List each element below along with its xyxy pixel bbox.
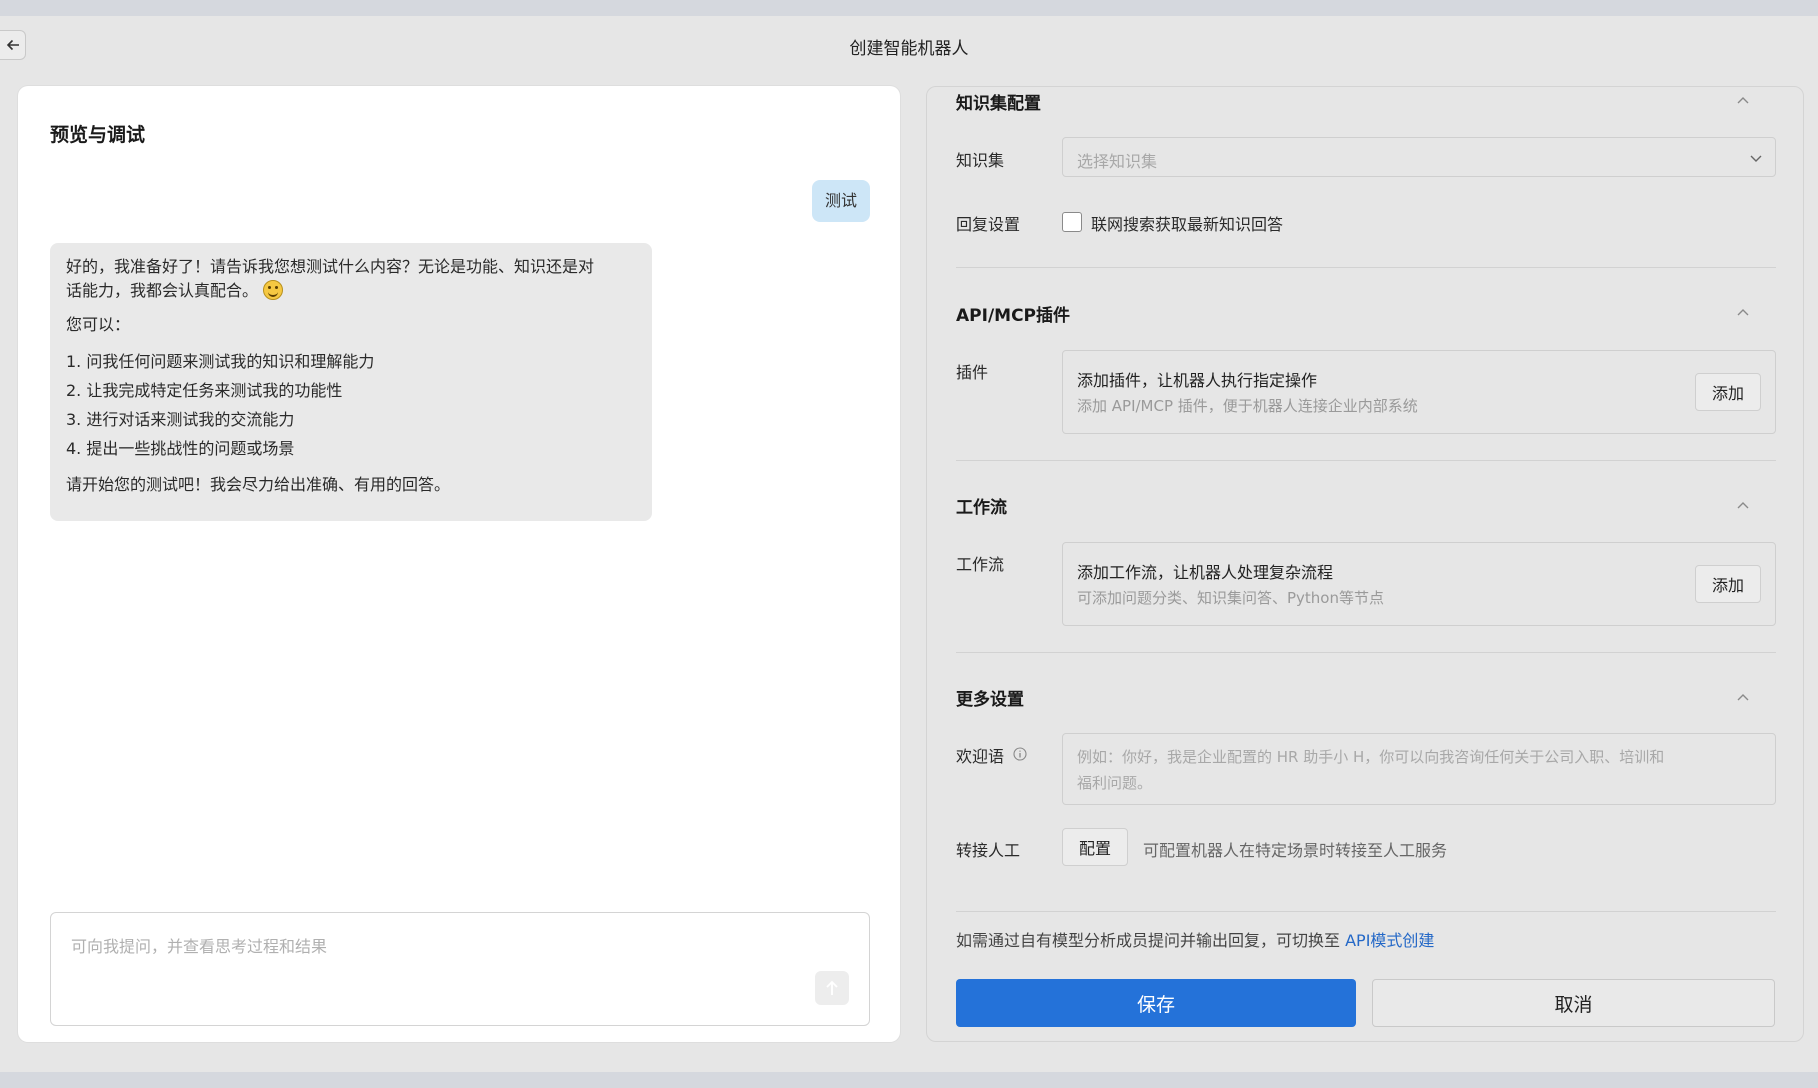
workflow-section-title: 工作流 xyxy=(956,498,1007,518)
preview-panel: 预览与调试 测试 好的，我准备好了！请告诉我您想测试什么内容？无论是功能、知识还… xyxy=(18,86,900,1042)
more-settings-section-title: 更多设置 xyxy=(956,690,1024,710)
chevron-up-icon[interactable] xyxy=(1735,500,1751,510)
welcome-textarea[interactable]: 例如：你好，我是企业配置的 HR 助手小 H，你可以向我咨询任何关于公司入职、培… xyxy=(1062,733,1776,805)
bottom-strip xyxy=(0,1072,1818,1088)
plugins-card-title: 添加插件，让机器人执行指定操作 xyxy=(1077,371,1318,390)
transfer-description: 可配置机器人在特定场景时转接至人工服务 xyxy=(1143,841,1448,860)
user-message-bubble: 测试 xyxy=(811,180,870,222)
workflow-label: 工作流 xyxy=(956,555,1005,574)
welcome-label: 欢迎语 xyxy=(956,747,1005,766)
page-title: 创建智能机器人 xyxy=(849,39,969,59)
knowledge-set-label: 知识集 xyxy=(956,151,1005,170)
workflow-card: 添加工作流，让机器人处理复杂流程 可添加问题分类、知识集问答、Python等节点… xyxy=(1062,542,1776,626)
reply-settings-label: 回复设置 xyxy=(956,215,1021,234)
welcome-placeholder: 例如：你好，我是企业配置的 HR 助手小 H，你可以向我咨询任何关于公司入职、培… xyxy=(1077,744,1664,796)
transfer-config-button[interactable]: 配置 xyxy=(1062,828,1128,866)
divider xyxy=(956,267,1776,268)
arrow-up-icon xyxy=(826,980,838,995)
list-item: 2. 让我完成特定任务来测试我的功能性 xyxy=(66,381,343,400)
web-search-checkbox[interactable] xyxy=(1062,212,1082,232)
add-plugin-button[interactable]: 添加 xyxy=(1695,373,1761,411)
bot-message-intro: 您可以： xyxy=(66,315,131,334)
transfer-label: 转接人工 xyxy=(956,841,1021,860)
plugins-card: 添加插件，让机器人执行指定操作 添加 API/MCP 插件，便于机器人连接企业内… xyxy=(1062,350,1776,434)
web-search-label: 联网搜索获取最新知识回答 xyxy=(1091,215,1284,234)
add-workflow-button[interactable]: 添加 xyxy=(1695,565,1761,603)
api-mode-link[interactable]: API模式创建 xyxy=(1345,931,1434,950)
welcome-placeholder-line: 福利问题。 xyxy=(1077,774,1153,792)
bot-message-list: 1. 问我任何问题来测试我的知识和理解能力 2. 让我完成特定任务来测试我的功能… xyxy=(66,347,636,463)
divider xyxy=(956,911,1776,912)
plugins-card-subtitle: 添加 API/MCP 插件，便于机器人连接企业内部系统 xyxy=(1077,397,1418,415)
list-item: 4. 提出一些挑战性的问题或场景 xyxy=(66,439,295,458)
bot-message-line: 好的，我准备好了！请告诉我您想测试什么内容？无论是功能、知识还是对 xyxy=(66,257,595,276)
chevron-up-icon[interactable] xyxy=(1735,692,1751,702)
save-button[interactable]: 保存 xyxy=(956,979,1356,1027)
knowledge-section-title: 知识集配置 xyxy=(956,94,1041,114)
list-item: 1. 问我任何问题来测试我的知识和理解能力 xyxy=(66,352,375,371)
chevron-down-icon xyxy=(1750,155,1762,162)
knowledge-set-placeholder: 选择知识集 xyxy=(1077,152,1158,171)
bot-message-bubble: 好的，我准备好了！请告诉我您想测试什么内容？无论是功能、知识还是对 话能力，我都… xyxy=(50,243,652,521)
chat-input-placeholder: 可向我提问，并查看思考过程和结果 xyxy=(71,937,328,956)
cancel-button[interactable]: 取消 xyxy=(1372,979,1775,1027)
config-panel: 知识集配置 知识集 选择知识集 回复设置 联网搜索获取最新知识回答 API/MC… xyxy=(926,86,1804,1042)
send-button[interactable] xyxy=(815,971,849,1005)
chevron-up-icon[interactable] xyxy=(1735,307,1751,317)
divider xyxy=(956,652,1776,653)
divider xyxy=(956,460,1776,461)
info-icon[interactable] xyxy=(1013,747,1027,761)
plugins-label: 插件 xyxy=(956,363,989,382)
chat-input[interactable]: 可向我提问，并查看思考过程和结果 xyxy=(50,912,870,1026)
chevron-up-icon[interactable] xyxy=(1735,95,1751,105)
api-mode-note: 如需通过自有模型分析成员提问并输出回复，可切换至 API模式创建 xyxy=(956,927,1434,951)
preview-title: 预览与调试 xyxy=(50,124,146,146)
bot-message-line: 话能力，我都会认真配合。 xyxy=(66,281,259,300)
welcome-placeholder-line: 例如：你好，我是企业配置的 HR 助手小 H，你可以向我咨询任何关于公司入职、培… xyxy=(1077,748,1665,766)
workflow-card-subtitle: 可添加问题分类、知识集问答、Python等节点 xyxy=(1077,589,1384,607)
plugins-section-title: API/MCP插件 xyxy=(956,306,1071,326)
api-mode-note-text: 如需通过自有模型分析成员提问并输出回复，可切换至 xyxy=(956,931,1341,950)
smile-emoji-icon xyxy=(263,280,284,300)
app-window: 创建智能机器人 预览与调试 测试 好的，我准备好了！请告诉我您想测试什么内容？无… xyxy=(0,16,1818,1072)
list-item: 3. 进行对话来测试我的交流能力 xyxy=(66,410,295,429)
bot-message-outro: 请开始您的测试吧！我会尽力给出准确、有用的回答。 xyxy=(66,475,451,494)
workflow-card-title: 添加工作流，让机器人处理复杂流程 xyxy=(1077,563,1334,582)
knowledge-set-select[interactable]: 选择知识集 xyxy=(1062,137,1776,177)
